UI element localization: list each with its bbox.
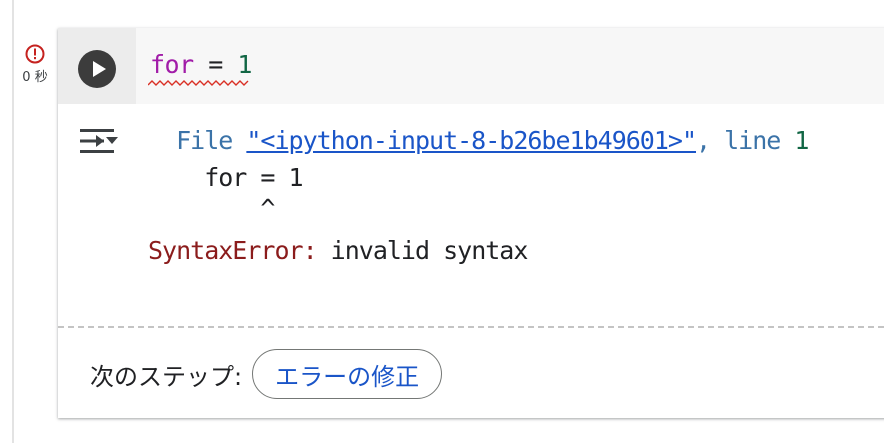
run-button[interactable] [78, 50, 116, 88]
next-steps: 次のステップ: エラーの修正 [90, 348, 443, 400]
cell-status: 0 秒 [18, 44, 52, 85]
next-steps-label: 次のステップ: [90, 362, 243, 391]
elapsed-time: 0 秒 [22, 70, 48, 85]
syntax-error-squiggle [148, 80, 249, 86]
traceback-caret: ^ [148, 194, 275, 223]
fix-error-button[interactable]: エラーの修正 [252, 349, 443, 399]
traceback-file-link[interactable]: "<ipython-input-8-b26be1b49601>" [246, 126, 697, 155]
error-icon [25, 44, 45, 64]
traceback-code-line: for = 1 [148, 163, 303, 192]
play-icon [93, 61, 106, 77]
cell-input[interactable]: for = 1 [58, 28, 884, 104]
output-toggle-icon[interactable] [78, 126, 120, 156]
code-keyword: for [148, 50, 249, 86]
traceback-output: File "<ipython-input-8-b26be1b49601>", l… [148, 122, 809, 269]
code-number: 1 [237, 50, 252, 79]
code-operator: = [193, 50, 238, 79]
error-message: invalid syntax [316, 236, 529, 265]
traceback-file-line: File "<ipython-input-8-b26be1b49601>", l… [148, 126, 809, 155]
traceback-error-line: SyntaxError: invalid syntax [148, 232, 808, 269]
output-divider [58, 326, 884, 328]
error-name: SyntaxError: [148, 236, 318, 265]
code-cell[interactable]: for = 1 File "<ipython-input-8-b26be1b49… [58, 28, 884, 418]
cell-left-rule [12, 0, 14, 443]
code-editor[interactable]: for = 1 [148, 50, 252, 86]
